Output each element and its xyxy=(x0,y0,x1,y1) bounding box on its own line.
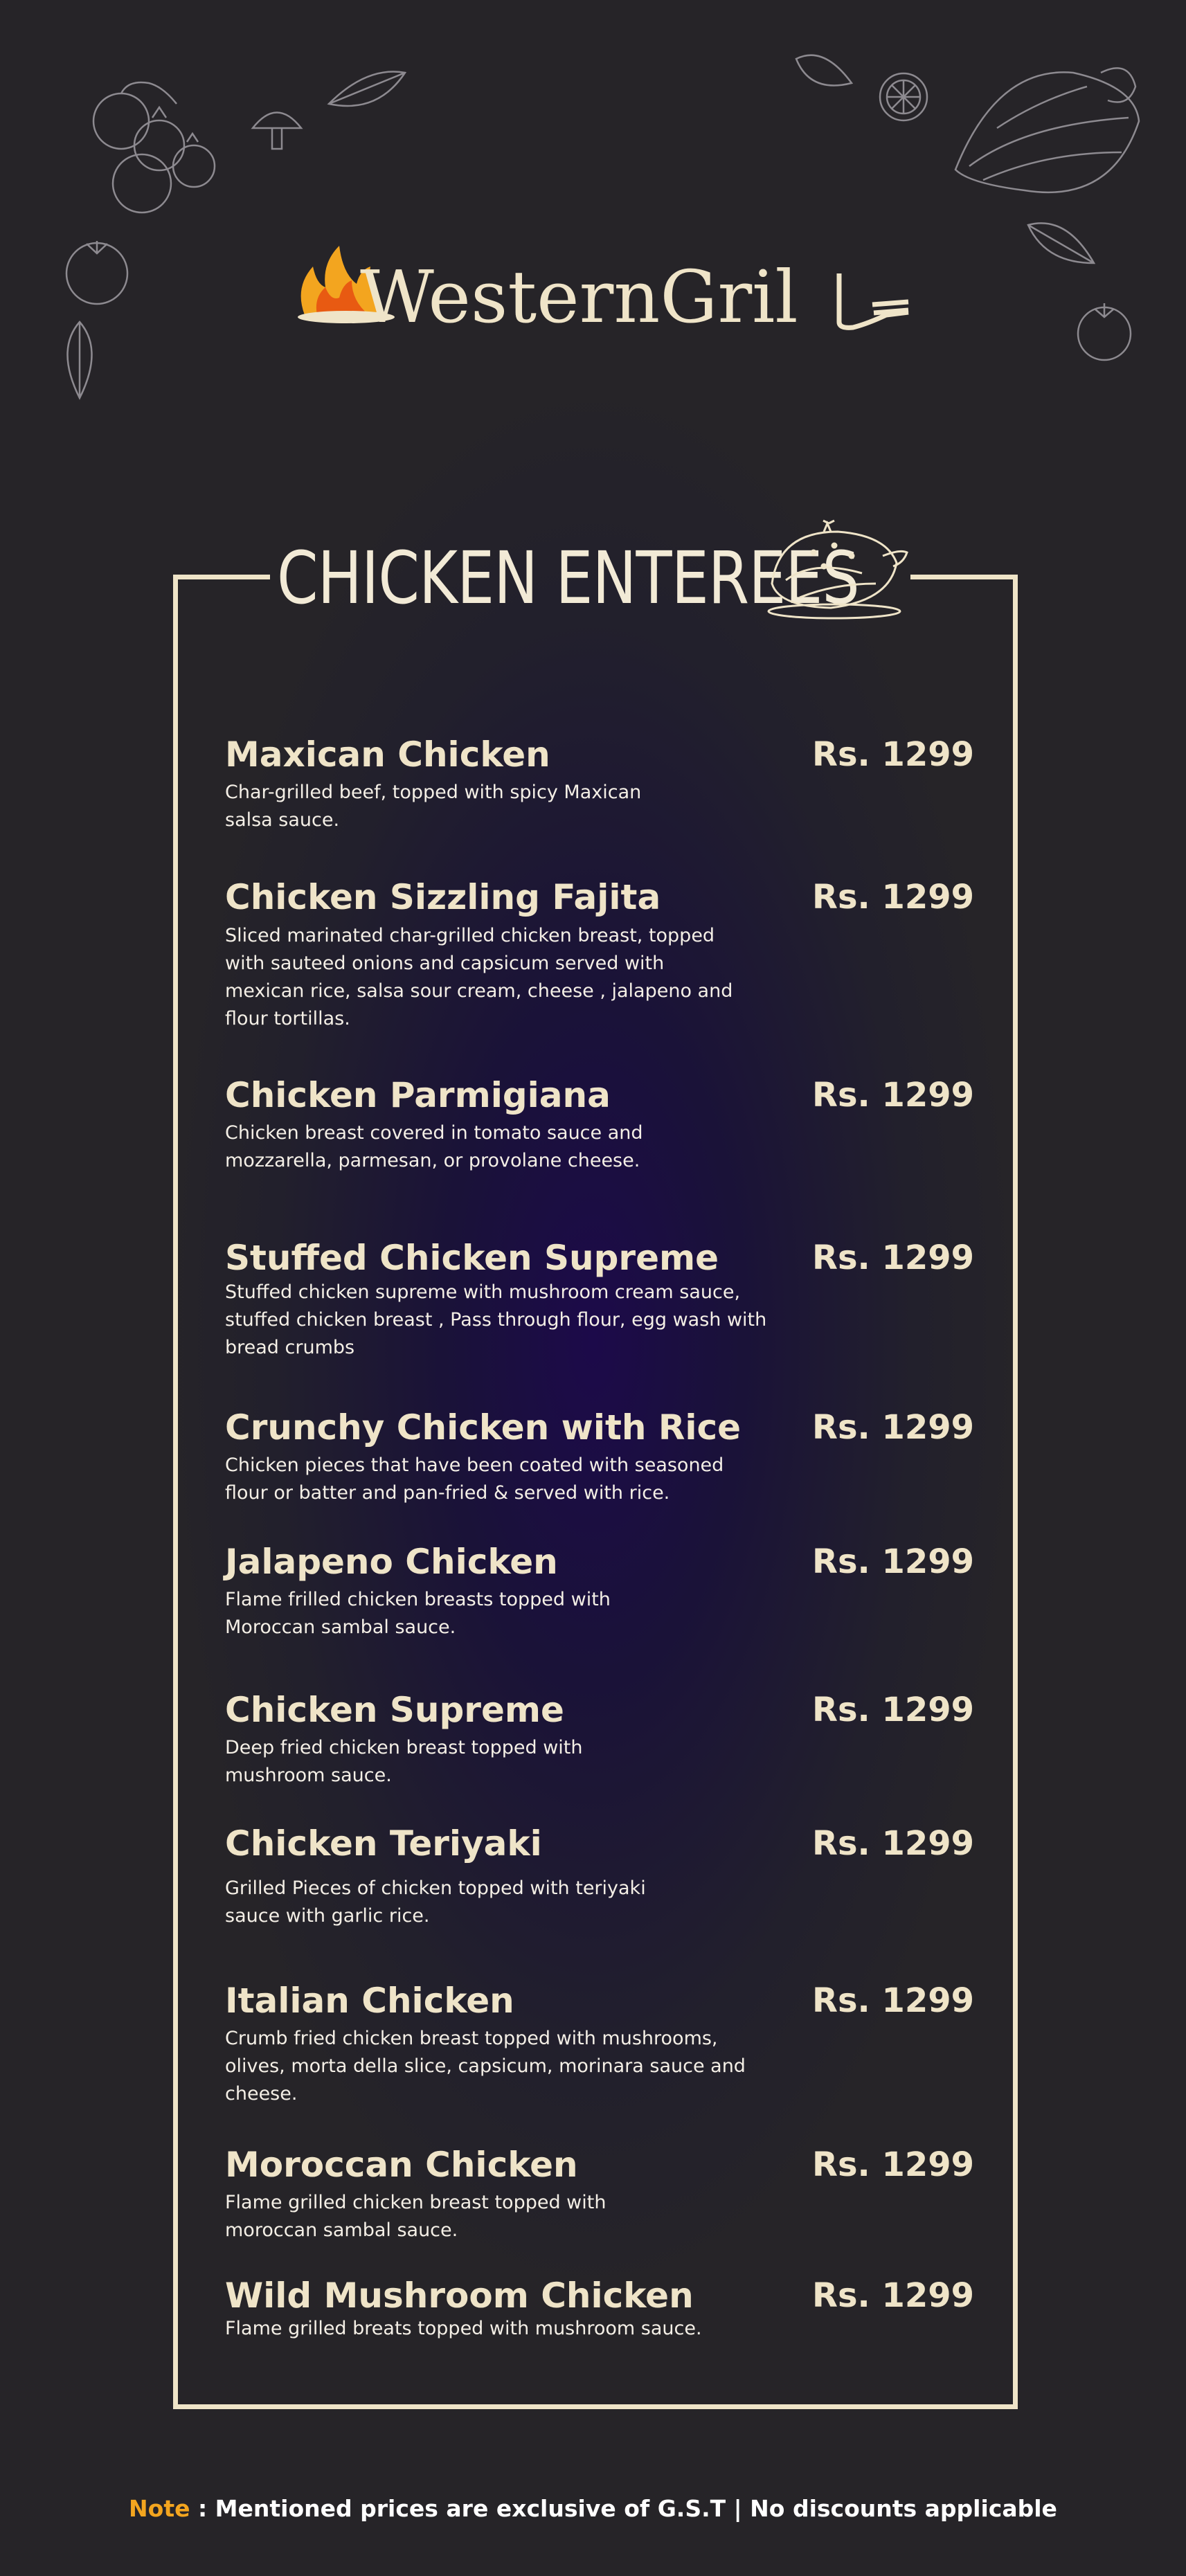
tomato-vine-sketch-icon xyxy=(92,81,216,214)
item-name: Stuffed Chicken Supreme xyxy=(225,1238,719,1278)
mushroom-sketch-icon xyxy=(251,111,303,150)
item-name: Chicken Parmigiana xyxy=(225,1075,611,1115)
bok-choy-icon xyxy=(954,67,1140,194)
item-description: Chicken breast covered in tomato sauce a… xyxy=(225,1122,643,1171)
item-name: Maxican Chicken xyxy=(225,735,550,775)
basil-leaf-icon xyxy=(795,54,854,87)
item-name: Italian Chicken xyxy=(225,1981,514,2021)
brand-logo: WesternGril xyxy=(298,246,909,339)
item-description: Grilled Pieces of chicken topped with te… xyxy=(225,1877,646,1927)
item-name: Crunchy Chicken with Rice xyxy=(225,1407,742,1448)
item-price: Rs. 1299 xyxy=(812,1691,975,1729)
item-name: Chicken Sizzling Fajita xyxy=(225,877,661,917)
item-description: Char-grilled beef, topped with spicy Max… xyxy=(225,782,642,831)
item-price: Rs. 1299 xyxy=(812,1408,975,1447)
item-description: Chicken pieces that have been coated wit… xyxy=(225,1454,724,1504)
item-name: Chicken Supreme xyxy=(225,1690,564,1730)
item-price: Rs. 1299 xyxy=(812,1824,975,1863)
item-price: Rs. 1299 xyxy=(812,878,975,917)
note-label: Note xyxy=(129,2495,190,2522)
item-price: Rs. 1299 xyxy=(812,1076,975,1115)
item-price: Rs. 1299 xyxy=(812,1542,975,1581)
item-price: Rs. 1299 xyxy=(812,1981,975,2020)
item-description: Sliced marinated char-grilled chicken br… xyxy=(225,925,733,1029)
item-name: Moroccan Chicken xyxy=(225,2145,578,2185)
brand-name: WesternGril xyxy=(360,255,798,339)
lime-slice-icon xyxy=(879,72,928,122)
frame-top-right xyxy=(910,575,1018,579)
basil-leaf-icon xyxy=(327,71,407,107)
item-description: Stuffed chicken supreme with mushroom cr… xyxy=(225,1281,767,1358)
item-price: Rs. 1299 xyxy=(812,1239,975,1277)
fork-icon xyxy=(836,273,909,330)
item-description: Flame grilled breats topped with mushroo… xyxy=(225,2318,702,2339)
frame-top-left xyxy=(173,575,270,579)
note-text: : Mentioned prices are exclusive of G.S.… xyxy=(190,2495,1057,2522)
item-description: Deep fried chicken breast topped with mu… xyxy=(225,1737,583,1786)
item-description: Flame grilled chicken breast topped with… xyxy=(225,2192,607,2241)
item-name: Jalapeno Chicken xyxy=(225,1542,558,1582)
item-price: Rs. 1299 xyxy=(812,2276,975,2315)
roast-turkey-icon xyxy=(767,519,908,620)
item-description: Crumb fried chicken breast topped with m… xyxy=(225,2028,746,2105)
item-price: Rs. 1299 xyxy=(812,2145,975,2184)
pricing-note: Note : Mentioned prices are exclusive of… xyxy=(0,2495,1186,2522)
item-name: Wild Mushroom Chicken xyxy=(225,2276,694,2316)
section-title: CHICKEN ENTEREES xyxy=(277,536,860,620)
item-name: Chicken Teriyaki xyxy=(225,1823,542,1864)
item-description: Flame frilled chicken breasts topped wit… xyxy=(225,1589,611,1638)
item-price: Rs. 1299 xyxy=(812,735,975,774)
